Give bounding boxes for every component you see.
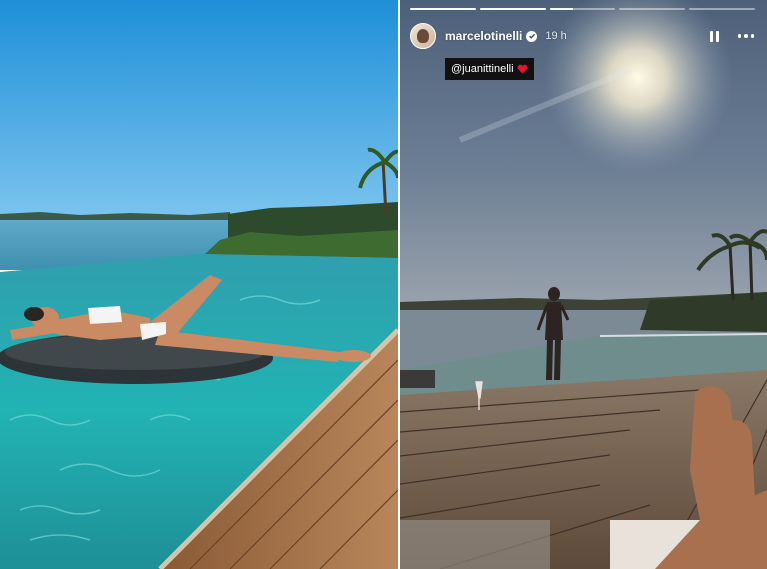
avatar[interactable] <box>410 23 436 49</box>
pause-icon <box>708 30 720 42</box>
story-photo <box>400 0 767 569</box>
story-progress-segment <box>479 8 546 10</box>
instagram-story[interactable]: marcelotinelli 19 h @juanittinelli <box>400 0 767 569</box>
pool-float-photo <box>0 0 398 569</box>
pause-button[interactable] <box>703 25 725 47</box>
story-progress-segment <box>549 8 616 10</box>
story-progress-segment <box>689 8 755 10</box>
story-header: marcelotinelli 19 h <box>410 22 757 50</box>
mention-text: @juanittinelli <box>451 63 514 75</box>
verified-badge-icon <box>526 30 538 42</box>
heart-icon <box>517 64 527 74</box>
story-progress-segment <box>410 8 476 10</box>
username[interactable]: marcelotinelli <box>445 29 522 43</box>
more-options-icon <box>736 34 756 38</box>
story-progress-segment <box>619 8 686 10</box>
more-options-button[interactable] <box>735 25 757 47</box>
mention-sticker[interactable]: @juanittinelli <box>445 58 534 80</box>
left-photo <box>0 0 398 569</box>
post-time: 19 h <box>545 30 567 42</box>
story-progress-bar <box>410 8 755 11</box>
